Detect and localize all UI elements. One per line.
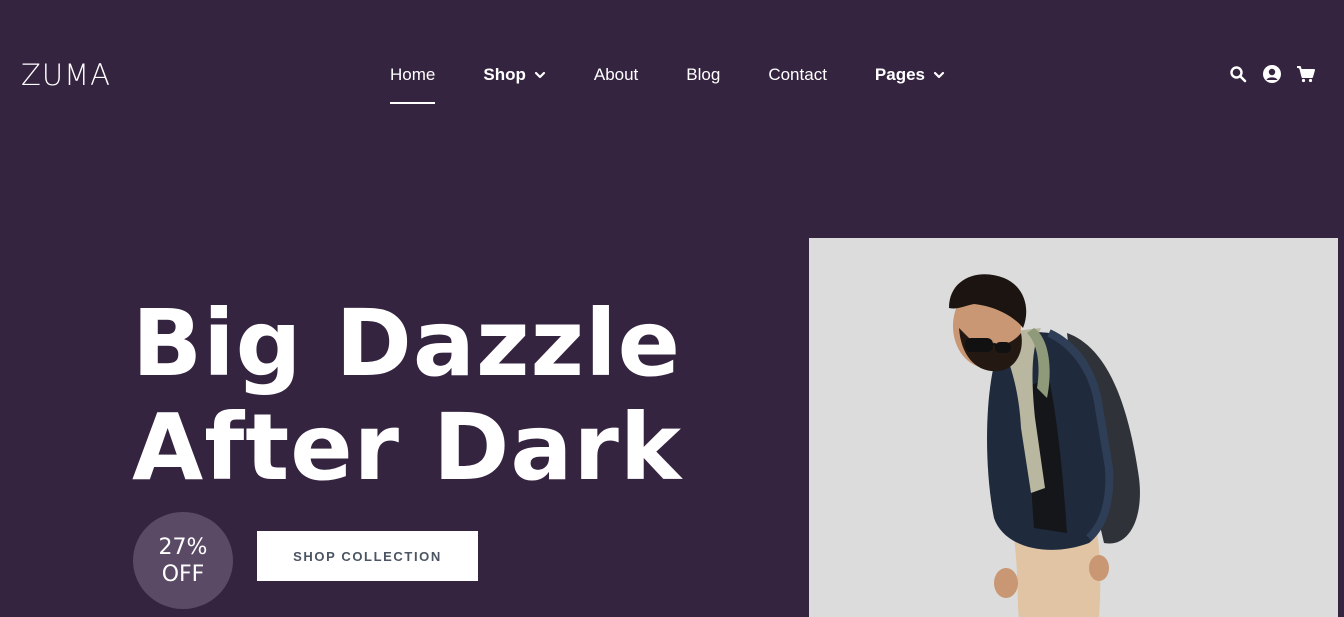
hero-title-line1: Big Dazzle xyxy=(132,290,682,397)
badge-off: OFF xyxy=(161,561,205,587)
main-nav: Home Shop About Blog Contact Pages xyxy=(390,62,993,104)
chevron-down-icon xyxy=(534,69,546,81)
discount-badge: 27% OFF xyxy=(133,512,233,609)
man-in-leather-jacket-illustration xyxy=(949,274,1140,617)
nav-label: Contact xyxy=(768,65,827,84)
search-icon[interactable] xyxy=(1228,64,1248,84)
nav-item-pages[interactable]: Pages xyxy=(875,62,945,88)
nav-item-home[interactable]: Home xyxy=(390,62,436,104)
nav-item-shop[interactable]: Shop xyxy=(483,62,546,88)
nav-label: About xyxy=(593,65,639,84)
nav-label: Shop xyxy=(483,65,526,84)
site-header: ZUMA Home Shop About Blog Contact Pages xyxy=(0,0,1344,150)
nav-item-about[interactable]: About xyxy=(594,62,638,88)
hero-title-line2: After Dark xyxy=(132,394,683,501)
chevron-down-icon xyxy=(933,69,945,81)
nav-item-contact[interactable]: Contact xyxy=(768,62,827,88)
nav-item-blog[interactable]: Blog xyxy=(686,62,720,88)
user-icon[interactable] xyxy=(1262,64,1282,84)
header-icons xyxy=(1228,64,1316,84)
badge-percent: 27% xyxy=(158,534,208,560)
cart-icon[interactable] xyxy=(1296,64,1316,84)
nav-label: Home xyxy=(390,65,436,84)
nav-label: Pages xyxy=(874,65,926,84)
hero-title: Big Dazzle After Dark xyxy=(132,292,682,500)
nav-label: Blog xyxy=(686,65,721,84)
shop-collection-button[interactable]: SHOP COLLECTION xyxy=(257,531,478,581)
logo[interactable]: ZUMA xyxy=(21,58,111,92)
hero-image xyxy=(809,238,1338,617)
